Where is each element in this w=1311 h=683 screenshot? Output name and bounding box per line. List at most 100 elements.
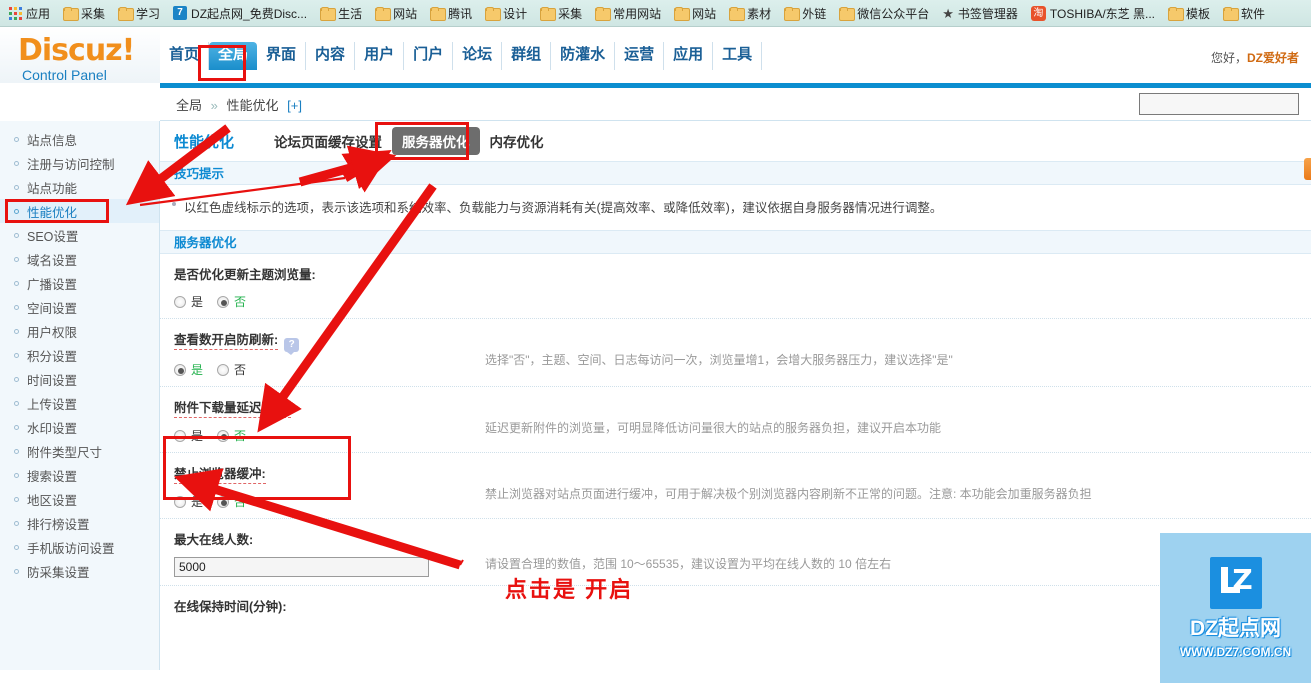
sidebar-item-11[interactable]: 上传设置 (0, 391, 159, 415)
bookmark-item[interactable]: 生活 (315, 3, 367, 24)
discuz-logo[interactable]: Discuz! Control Panel (0, 27, 160, 83)
radio-yes-button[interactable] (174, 363, 186, 376)
side-panel-handle[interactable] (1304, 158, 1311, 180)
max-online-input[interactable] (174, 557, 429, 577)
star-icon: ★ (942, 5, 954, 21)
sidebar-item-4[interactable]: SEO设置 (0, 223, 159, 247)
bookmark-item[interactable]: 淘 TOSHIBA/东芝 黑... (1026, 3, 1160, 24)
sidebar-item-9[interactable]: 积分设置 (0, 343, 159, 367)
bookmark-item[interactable]: 模板 (1163, 3, 1215, 24)
top-nav[interactable]: 首页 全局 界面 内容 用户 门户 论坛 群组 防灌水 运营 应用 工具 (160, 42, 763, 70)
bullet-icon (14, 304, 19, 310)
search-input[interactable] (1139, 93, 1299, 115)
bookmark-item[interactable]: 设计 (480, 3, 532, 24)
sidebar-item-2[interactable]: 站点功能 (0, 175, 159, 199)
help-icon[interactable]: ? (284, 338, 300, 355)
sidebar-item-0[interactable]: 站点信息 (0, 127, 159, 151)
tips-text: 以红色虚线标示的选项，表示该选项和系统效率、负载能力与资源消耗有关(提高效率、或… (184, 201, 943, 215)
radio-no-button[interactable] (217, 363, 230, 376)
sidebar-item-15[interactable]: 地区设置 (0, 487, 159, 511)
nav-item-10[interactable]: 应用 (664, 42, 714, 70)
main-content: 性能优化 论坛页面缓存设置 服务器优化 内存优化 技巧提示 以红色虚线标示的选项，表… (160, 121, 1311, 670)
browser-bookmarks-bar[interactable]: 应用 采集 学习 7 DZ起点网_免费Disc... 生活 网站 腾讯 设计 采集 常用网站 网站 素材… (0, 0, 1311, 27)
bookmark-item[interactable]: 学习 (113, 3, 165, 24)
row-hint: 延迟更新附件的浏览量，可明显降低访问量很大的站点的服务器负担，建议开启本功能 (485, 421, 942, 435)
greeting-prefix: 您好， (1210, 51, 1247, 65)
nav-item-4[interactable]: 用户 (355, 42, 405, 70)
tab-2[interactable]: 内存优化 (480, 127, 554, 155)
bookmark-label: 素材 (747, 6, 772, 21)
content-tabs[interactable]: 性能优化 论坛页面缓存设置 服务器优化 内存优化 (160, 121, 1311, 161)
radio-no-label: 否 (234, 363, 247, 377)
bullet-icon (14, 568, 19, 574)
nav-item-8[interactable]: 防灌水 (551, 42, 616, 70)
bookmark-label: 生活 (338, 6, 363, 21)
sidebar-item-17[interactable]: 手机版访问设置 (0, 535, 159, 559)
radio-no[interactable]: 否 (217, 293, 246, 310)
tab-0[interactable]: 论坛页面缓存设置 (264, 127, 392, 155)
sidebar-item-label: 防采集设置 (27, 565, 90, 580)
bookmark-item[interactable]: 应用 (4, 3, 55, 24)
form-section-title: 服务器优化 (160, 230, 1311, 254)
taobao-icon: 淘 (1030, 5, 1046, 21)
sidebar-item-12[interactable]: 水印设置 (0, 415, 159, 439)
folder-icon (729, 7, 746, 21)
bookmark-item[interactable]: 网站 (669, 3, 721, 24)
bookmark-item[interactable]: 7 DZ起点网_免费Disc... (168, 3, 312, 24)
nav-item-6[interactable]: 论坛 (453, 42, 503, 70)
sidebar-item-label: 用户权限 (27, 325, 78, 340)
highlight-box-attachment-row (163, 436, 351, 500)
bullet-icon (14, 352, 19, 358)
highlight-box-active-tab (375, 122, 469, 160)
nav-item-11[interactable]: 工具 (713, 42, 763, 70)
bookmark-item[interactable]: 微信公众平台 (834, 3, 934, 24)
row-online-keep: 在线保持时间(分钟): (160, 586, 1311, 624)
radio-no[interactable]: 否 (217, 361, 246, 378)
sidebar-item-14[interactable]: 搜索设置 (0, 463, 159, 487)
annotation-callout-text: 点击是 开启 (505, 577, 634, 602)
sidebar-item-7[interactable]: 空间设置 (0, 295, 159, 319)
nav-item-2[interactable]: 界面 (257, 42, 307, 70)
bookmark-item[interactable]: 腾讯 (425, 3, 477, 24)
bookmark-item[interactable]: 采集 (535, 3, 587, 24)
breadcrumb-expand-toggle[interactable]: [+] (287, 98, 302, 113)
radio-group[interactable]: 是否 (174, 293, 1297, 310)
folder-icon (674, 7, 691, 21)
lz-logo-letter: Z (1232, 563, 1253, 596)
bookmark-item[interactable]: 网站 (370, 3, 422, 24)
sidebar-item-6[interactable]: 广播设置 (0, 271, 159, 295)
nav-item-5[interactable]: 门户 (404, 42, 454, 70)
sidebar-item-8[interactable]: 用户权限 (0, 319, 159, 343)
radio-yes-button[interactable] (174, 295, 186, 308)
bookmark-item[interactable]: 软件 (1218, 3, 1270, 24)
breadcrumb-root[interactable]: 全局 (176, 98, 202, 113)
row-label: 附件下载量延迟更新: (174, 397, 291, 418)
bookmark-item[interactable]: 外链 (779, 3, 831, 24)
sidebar-item-1[interactable]: 注册与访问控制 (0, 151, 159, 175)
sidebar-item-18[interactable]: 防采集设置 (0, 559, 159, 583)
radio-yes[interactable]: 是 (174, 361, 203, 378)
nav-item-3[interactable]: 内容 (306, 42, 356, 70)
logo-main-text: Discuz! (18, 33, 135, 68)
sidebar-item-13[interactable]: 附件类型尺寸 (0, 439, 159, 463)
radio-yes-label: 是 (191, 295, 204, 309)
nav-item-9[interactable]: 运营 (615, 42, 665, 70)
sidebar-item-5[interactable]: 域名设置 (0, 247, 159, 271)
radio-yes[interactable]: 是 (174, 293, 203, 310)
bookmark-item[interactable]: 采集 (58, 3, 110, 24)
bookmark-item[interactable]: ★ 书签管理器 (937, 3, 1023, 24)
sidebar-item-10[interactable]: 时间设置 (0, 367, 159, 391)
bookmark-item[interactable]: 常用网站 (590, 3, 666, 24)
radio-no-button[interactable] (217, 295, 230, 308)
bookmark-label: 网站 (393, 6, 418, 21)
bookmark-label: 腾讯 (448, 6, 473, 21)
bullet-icon (14, 136, 19, 142)
bookmark-label: 模板 (1186, 6, 1211, 21)
bullet-icon (14, 424, 19, 430)
bookmark-item[interactable]: 素材 (724, 3, 776, 24)
sidebar-item-16[interactable]: 排行榜设置 (0, 511, 159, 535)
row-hint: 选择"否"，主题、空间、日志每访问一次，浏览量增1，会增大服务器压力，建议选择"… (485, 353, 953, 367)
sidebar-item-label: 排行榜设置 (27, 517, 90, 532)
nav-item-7[interactable]: 群组 (502, 42, 552, 70)
bookmark-label: 外链 (802, 6, 827, 21)
